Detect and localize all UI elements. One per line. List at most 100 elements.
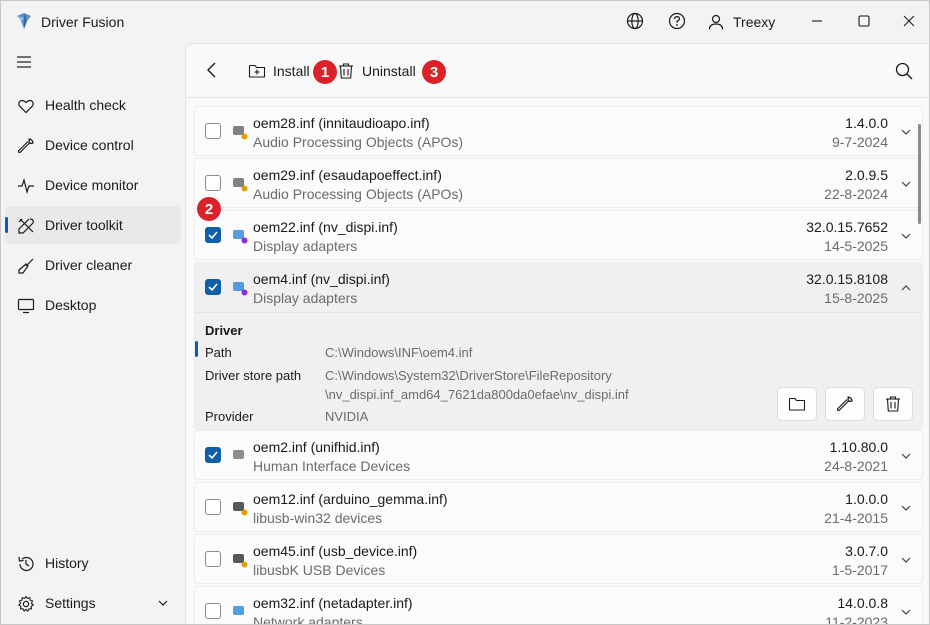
driver-class: Human Interface Devices bbox=[253, 458, 411, 474]
driver-version: 3.0.7.0 bbox=[845, 543, 888, 559]
back-arrow-icon[interactable] bbox=[204, 61, 222, 79]
driver-name: oem12.inf (arduino_gemma.inf) bbox=[253, 491, 448, 507]
driver-version: 1.0.0.0 bbox=[845, 491, 888, 507]
driver-class: libusbK USB Devices bbox=[253, 562, 386, 578]
store-path-value-line2: \nv_dispi.inf_amd64_7621da800da0efae\nv_… bbox=[325, 387, 629, 402]
audio-apo-icon bbox=[233, 178, 248, 192]
tools-button[interactable] bbox=[825, 387, 865, 421]
chevron-down-icon[interactable] bbox=[900, 450, 912, 462]
sidebar-item-label: Device control bbox=[45, 137, 134, 153]
driver-name: oem2.inf (unifhid.inf) bbox=[253, 439, 380, 455]
driver-date: 9-7-2024 bbox=[831, 134, 888, 150]
sidebar-item-label: Driver cleaner bbox=[45, 257, 133, 273]
sidebar-item-driver-cleaner[interactable]: Driver cleaner bbox=[5, 246, 181, 284]
chevron-down-icon[interactable] bbox=[900, 126, 912, 138]
row-checkbox[interactable] bbox=[205, 175, 221, 191]
driver-version: 32.0.15.7652 bbox=[806, 219, 888, 235]
driver-date: 15-8-2025 bbox=[824, 290, 888, 306]
driver-name: oem45.inf (usb_device.inf) bbox=[253, 543, 418, 559]
row-checkbox[interactable] bbox=[205, 123, 221, 139]
scrollbar-thumb[interactable] bbox=[918, 124, 921, 224]
help-icon[interactable] bbox=[667, 11, 687, 31]
close-icon[interactable] bbox=[899, 11, 919, 31]
folder-icon bbox=[788, 397, 806, 411]
driver-class: Audio Processing Objects (APOs) bbox=[253, 186, 464, 202]
chevron-down-icon[interactable] bbox=[900, 230, 912, 242]
sidebar-item-label: Desktop bbox=[45, 297, 97, 313]
details-heading: Driver bbox=[205, 323, 243, 338]
driver-name: oem32.inf (netadapter.inf) bbox=[253, 595, 413, 611]
detail-selection-marker bbox=[195, 341, 198, 357]
row-checkbox[interactable] bbox=[205, 499, 221, 515]
globe-icon[interactable] bbox=[625, 11, 645, 31]
checkmark-icon bbox=[208, 451, 218, 460]
path-value: C:\Windows\INF\oem4.inf bbox=[325, 345, 473, 360]
driver-class: libusb-win32 devices bbox=[253, 510, 383, 526]
driver-row[interactable]: oem32.inf (netadapter.inf) Network adapte… bbox=[194, 586, 923, 625]
store-path-value-line1: C:\Windows\System32\DriverStore\FileRepo… bbox=[325, 368, 612, 383]
driver-date: 21-4-2015 bbox=[824, 510, 888, 526]
driver-row[interactable]: oem45.inf (usb_device.inf) libusbK USB De… bbox=[194, 534, 923, 584]
callout-badge-1: 1 bbox=[312, 59, 338, 85]
sidebar-item-label: Driver toolkit bbox=[45, 217, 123, 233]
toolbar: Install Uninstall 1 3 bbox=[186, 44, 929, 98]
driver-name: oem28.inf (innitaudioapo.inf) bbox=[253, 115, 430, 131]
chevron-up-icon[interactable] bbox=[900, 282, 912, 294]
sidebar-item-device-control[interactable]: Device control bbox=[5, 126, 181, 164]
open-folder-button[interactable] bbox=[777, 387, 817, 421]
sidebar-item-health-check[interactable]: Health check bbox=[5, 86, 181, 124]
driver-version: 1.4.0.0 bbox=[845, 115, 888, 131]
provider-value: NVIDIA bbox=[325, 409, 369, 424]
broom-icon bbox=[18, 258, 34, 274]
driver-row[interactable]: oem12.inf (arduino_gemma.inf) libusb-win3… bbox=[194, 482, 923, 532]
driver-name: oem22.inf (nv_dispi.inf) bbox=[253, 219, 398, 235]
sidebar-item-history[interactable]: History bbox=[5, 544, 181, 582]
driver-row[interactable]: oem29.inf (esaudapoeffect.inf) Audio Proc… bbox=[194, 158, 923, 208]
gear-icon bbox=[17, 595, 35, 612]
chevron-down-icon[interactable] bbox=[900, 502, 912, 514]
chevron-down-icon[interactable] bbox=[900, 178, 912, 190]
pulse-icon bbox=[18, 177, 34, 195]
sidebar-item-device-monitor[interactable]: Device monitor bbox=[5, 166, 181, 204]
sidebar-item-label: Device monitor bbox=[45, 177, 139, 193]
driver-row[interactable]: oem2.inf (unifhid.inf) Human Interface De… bbox=[194, 430, 923, 480]
checkmark-icon bbox=[208, 231, 218, 240]
maximize-icon[interactable] bbox=[854, 11, 874, 31]
driver-date: 1-5-2017 bbox=[831, 562, 888, 578]
audio-apo-icon bbox=[233, 126, 248, 140]
checkmark-icon bbox=[208, 283, 218, 292]
driver-row[interactable]: oem22.inf (nv_dispi.inf) Display adapters… bbox=[194, 210, 923, 260]
sidebar-item-driver-toolkit[interactable]: Driver toolkit bbox=[5, 206, 181, 244]
driver-class: Network adapters bbox=[253, 614, 363, 625]
wrench-icon bbox=[17, 138, 34, 154]
tools-icon bbox=[18, 218, 34, 234]
row-checkbox[interactable] bbox=[205, 603, 221, 619]
driver-row[interactable]: oem4.inf (nv_dispi.inf) Display adapters 3… bbox=[194, 262, 923, 312]
delete-driver-button[interactable] bbox=[873, 387, 913, 421]
driver-date: 24-8-2021 bbox=[824, 458, 888, 474]
driver-name: oem29.inf (esaudapoeffect.inf) bbox=[253, 167, 442, 183]
driver-version: 1.10.80.0 bbox=[829, 439, 888, 455]
search-icon[interactable] bbox=[894, 61, 914, 81]
sidebar-item-desktop[interactable]: Desktop bbox=[5, 286, 181, 324]
uninstall-button[interactable]: Uninstall bbox=[337, 58, 416, 84]
heart-icon bbox=[18, 99, 34, 114]
row-checkbox[interactable] bbox=[205, 279, 221, 295]
driver-version: 2.0.9.5 bbox=[845, 167, 888, 183]
driver-row[interactable]: oem28.inf (innitaudioapo.inf) Audio Proce… bbox=[194, 106, 923, 156]
sidebar-item-label: Health check bbox=[45, 97, 126, 113]
row-checkbox[interactable] bbox=[205, 447, 221, 463]
chevron-down-icon[interactable] bbox=[900, 554, 912, 566]
driver-date: 14-5-2025 bbox=[824, 238, 888, 254]
install-button[interactable]: Install bbox=[248, 58, 310, 84]
sidebar-item-settings[interactable]: Settings bbox=[5, 584, 181, 622]
account-button[interactable]: Treexy bbox=[707, 13, 775, 31]
driver-version: 14.0.0.8 bbox=[837, 595, 888, 611]
menu-toggle-icon[interactable] bbox=[17, 55, 33, 69]
row-checkbox[interactable] bbox=[205, 227, 221, 243]
uninstall-label: Uninstall bbox=[362, 63, 416, 79]
minimize-icon[interactable] bbox=[807, 11, 827, 31]
chevron-down-icon[interactable] bbox=[900, 606, 912, 618]
history-icon bbox=[18, 556, 34, 572]
row-checkbox[interactable] bbox=[205, 551, 221, 567]
